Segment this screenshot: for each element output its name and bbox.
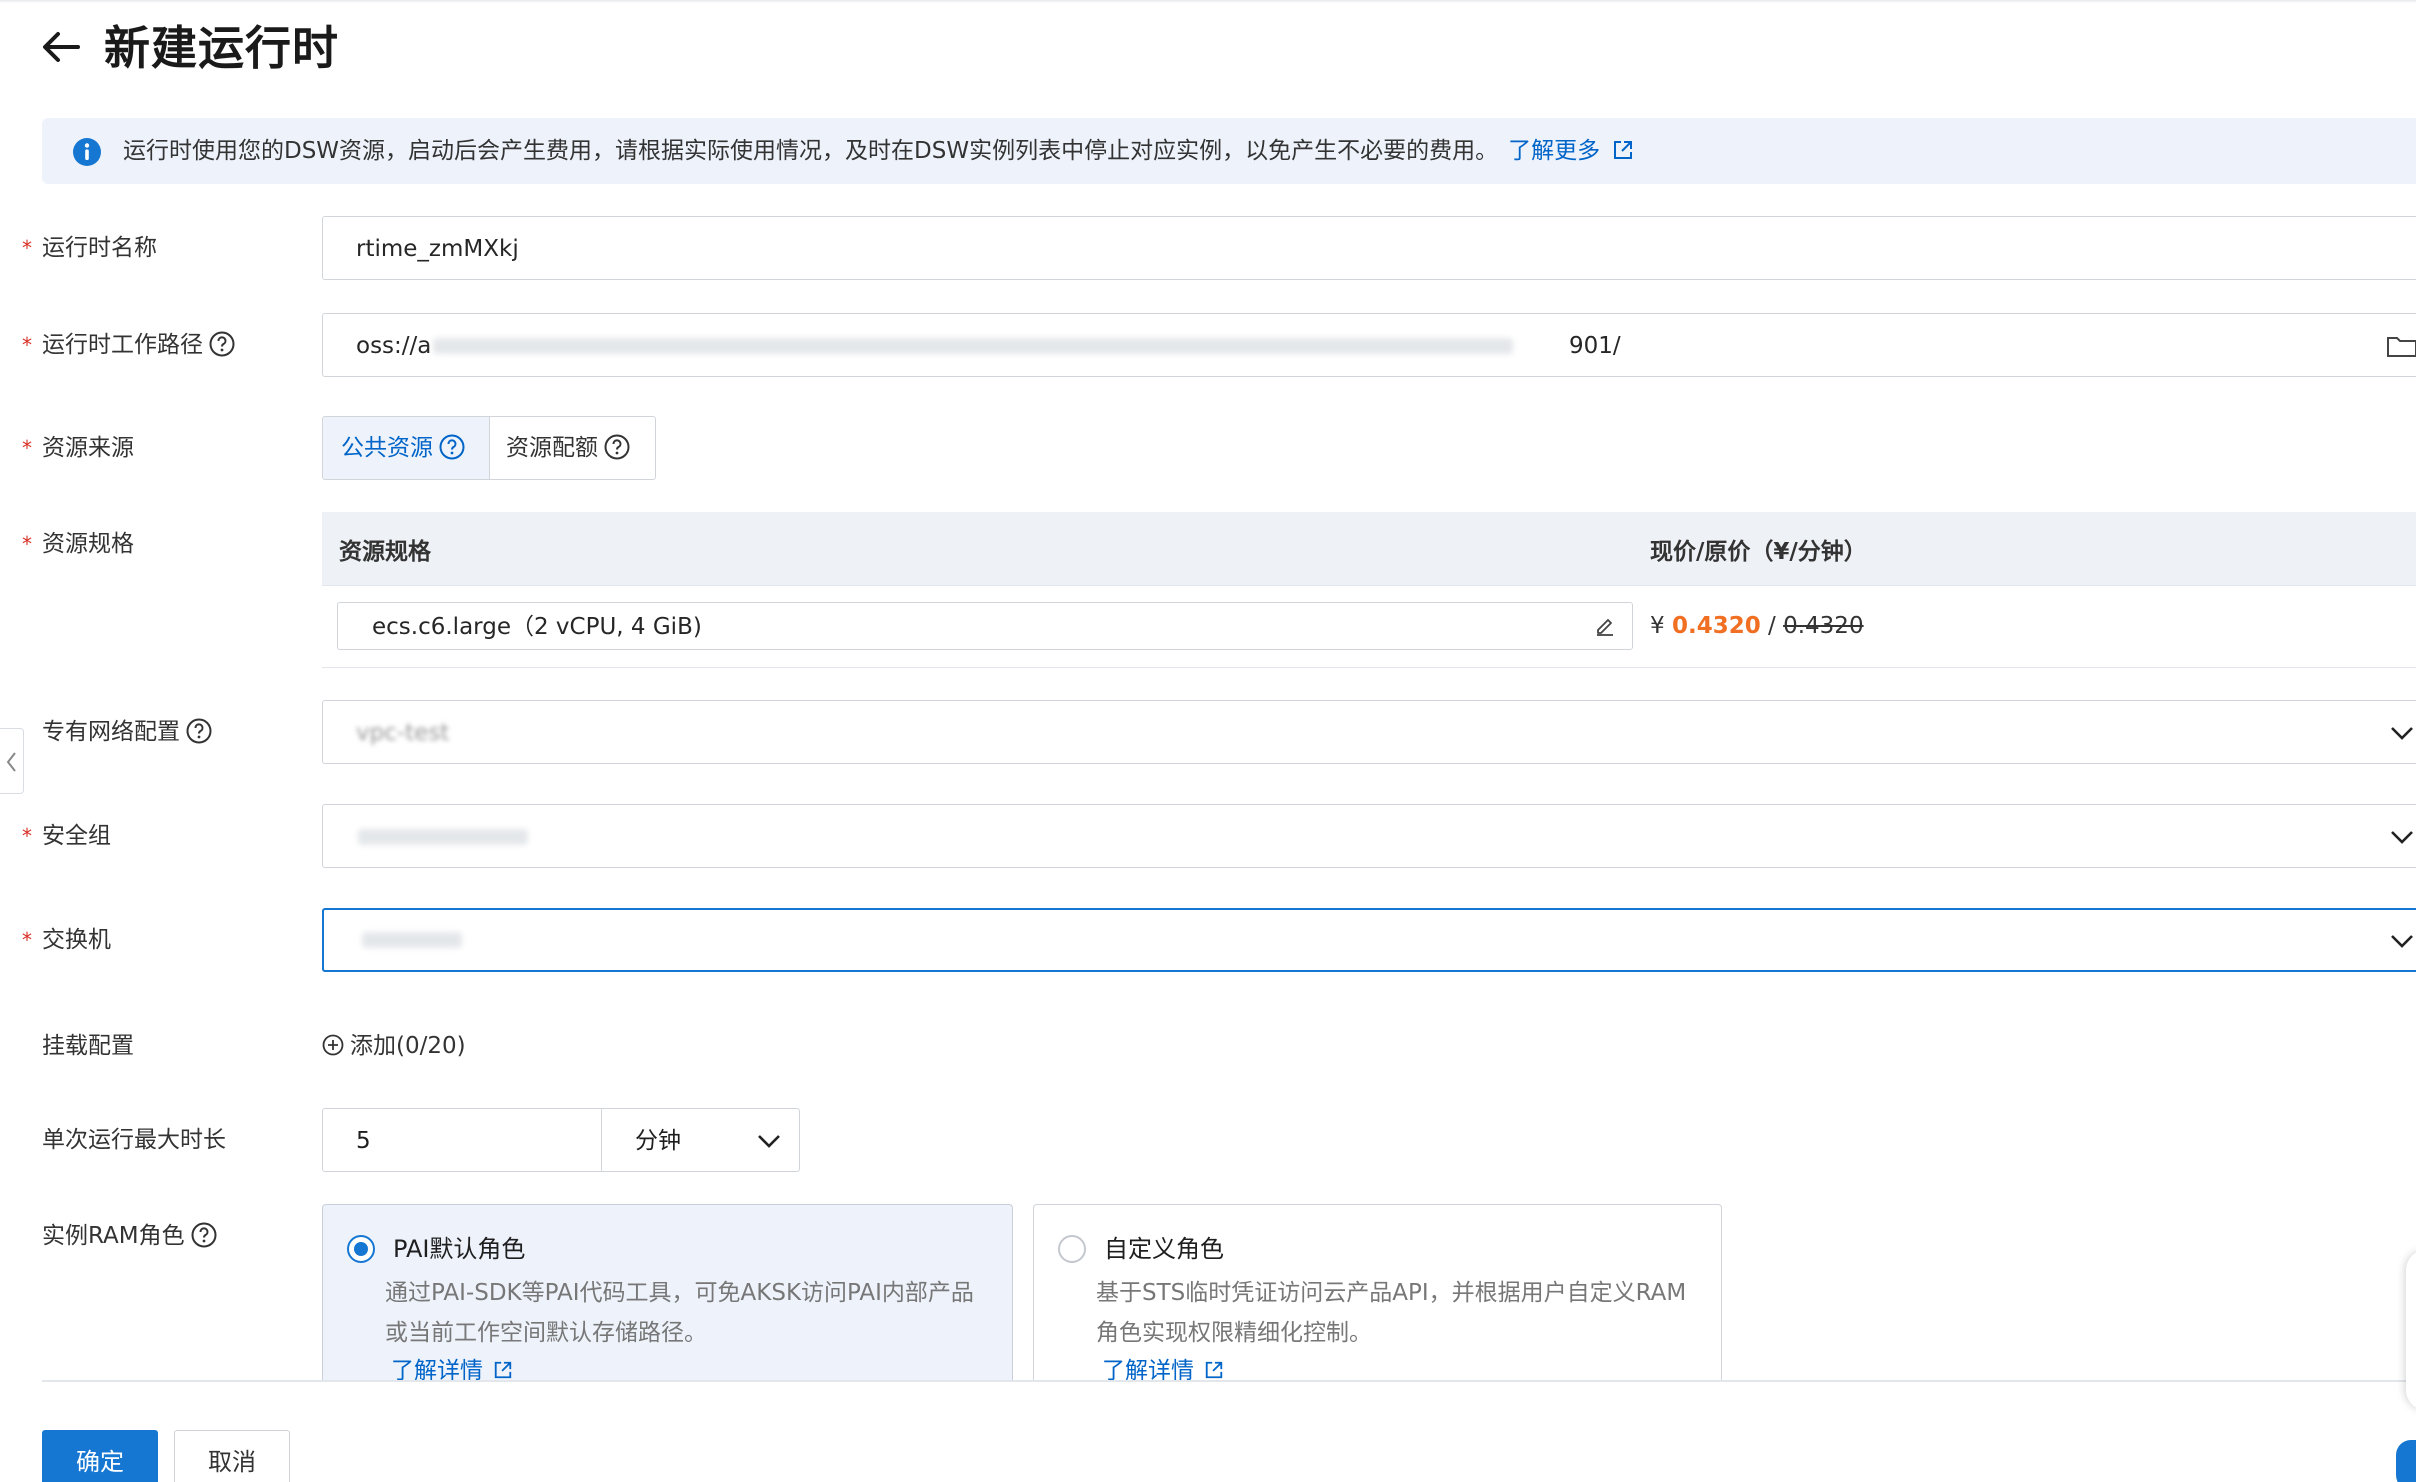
required-mark: * — [22, 436, 32, 460]
spec-value: ecs.c6.large（2 vCPU, 4 GiB) — [372, 614, 702, 640]
duration-input[interactable]: 5 — [322, 1108, 602, 1172]
page-root: 新建运行时 运行时使用您的DSW资源，启动后会产生费用，请根据实际使用情况，及时… — [0, 0, 2416, 1482]
info-icon — [73, 138, 101, 166]
source-quota-label: 资源配额 — [506, 435, 598, 461]
notice-text: 运行时使用您的DSW资源，启动后会产生费用，请根据实际使用情况，及时在DSW实例… — [123, 138, 1499, 164]
footer-divider — [42, 1380, 2416, 1382]
plus-circle-icon — [322, 1034, 344, 1056]
name-label: 运行时名称 — [42, 235, 157, 261]
work-path-prefix: oss://a — [356, 333, 432, 359]
spec-label: 资源规格 — [42, 531, 134, 557]
spec-select-input[interactable]: ecs.c6.large（2 vCPU, 4 GiB) — [337, 602, 1633, 650]
ram-role-custom-desc: 基于STS临时凭证访问云产品API，并根据用户自定义RAM角色实现权限精细化控制… — [1096, 1280, 1687, 1346]
info-notice: 运行时使用您的DSW资源，启动后会产生费用，请根据实际使用情况，及时在DSW实例… — [42, 118, 2416, 184]
ram-role-custom-title: 自定义角色 — [1104, 1235, 1224, 1263]
learn-more-link[interactable]: 了解更多 — [1508, 138, 1634, 164]
floating-side-panel[interactable] — [2406, 1250, 2416, 1410]
vpc-label: 专有网络配置 — [42, 714, 212, 750]
duration-unit-value: 分钟 — [635, 1128, 681, 1154]
page-title: 新建运行时 — [104, 21, 339, 75]
work-path-suffix: 901/ — [1569, 333, 1621, 359]
ram-role-custom-link-label: 了解详情 — [1102, 1358, 1194, 1382]
radio-unselected[interactable] — [1058, 1235, 1086, 1263]
ram-role-custom-link[interactable]: 了解详情 — [1102, 1353, 1224, 1382]
source-public-label: 公共资源 — [341, 435, 433, 461]
external-link-icon — [1614, 141, 1633, 159]
source-label: 资源来源 — [42, 435, 134, 461]
sidebar-collapse-handle[interactable] — [0, 728, 24, 794]
mount-add-button[interactable]: 添加(0/20) — [322, 1028, 466, 1064]
redacted-security-group — [358, 829, 528, 845]
switch-select[interactable] — [322, 908, 2416, 972]
help-icon[interactable] — [439, 434, 465, 460]
chevron-left-icon — [6, 752, 16, 772]
required-mark: * — [22, 928, 32, 952]
currency-symbol: ¥ — [1650, 613, 1665, 639]
edit-pencil-icon[interactable] — [1594, 615, 1616, 637]
path-label: 运行时工作路径 — [42, 327, 235, 363]
spec-column-header: 资源规格 — [339, 539, 431, 565]
work-path-input[interactable]: oss://a 901/ — [322, 313, 2416, 377]
security-group-select[interactable] — [322, 804, 2416, 868]
external-link-icon — [1205, 1361, 1223, 1379]
ram-role-default-desc: 通过PAI-SDK等PAI代码工具，可免AKSK访问PAI内部产品或当前工作空间… — [385, 1280, 974, 1346]
price-original: 0.4320 — [1783, 613, 1864, 639]
spec-table-row: ecs.c6.large（2 vCPU, 4 GiB) ¥ 0.4320 / 0… — [322, 586, 2416, 668]
duration-value: 5 — [356, 1128, 371, 1154]
ram-role-default-link[interactable]: 了解详情 — [391, 1353, 513, 1382]
external-link-icon — [494, 1361, 512, 1379]
folder-icon[interactable] — [2386, 334, 2416, 358]
learn-more-label: 了解更多 — [1508, 138, 1601, 164]
price-column-header: 现价/原价（¥/分钟） — [1650, 539, 1867, 565]
ram-role-default-title: PAI默认角色 — [393, 1235, 526, 1263]
duration-label: 单次运行最大时长 — [42, 1127, 226, 1153]
source-quota-option[interactable]: 资源配额 — [489, 416, 656, 480]
ram-role-label-text: 实例RAM角色 — [42, 1223, 185, 1249]
required-mark: * — [22, 333, 32, 357]
vpc-value: vpc-test — [356, 720, 450, 746]
price-display: ¥ 0.4320 / 0.4320 — [1650, 608, 1864, 644]
security-group-label: 安全组 — [42, 823, 111, 849]
required-mark: * — [22, 824, 32, 848]
spec-table-header: 资源规格 现价/原价（¥/分钟） — [322, 512, 2416, 586]
chevron-down-icon — [2391, 727, 2413, 740]
vpc-select[interactable]: vpc-test — [322, 700, 2416, 764]
ram-role-card-custom[interactable]: 自定义角色 基于STS临时凭证访问云产品API，并根据用户自定义RAM角色实现权… — [1033, 1204, 1722, 1382]
help-icon[interactable] — [186, 718, 212, 744]
help-icon[interactable] — [604, 434, 630, 460]
price-separator: / — [1768, 613, 1776, 639]
back-arrow-icon[interactable] — [38, 26, 84, 68]
chevron-down-icon — [758, 1135, 780, 1148]
ram-role-label: 实例RAM角色 — [42, 1218, 217, 1254]
redacted-switch — [362, 932, 462, 948]
chevron-down-icon — [2391, 831, 2413, 844]
confirm-button[interactable]: 确定 — [42, 1430, 158, 1482]
price-current: 0.4320 — [1671, 613, 1761, 639]
notice-text-wrap: 运行时使用您的DSW资源，启动后会产生费用，请根据实际使用情况，及时在DSW实例… — [123, 132, 1634, 170]
duration-unit-select[interactable]: 分钟 — [601, 1108, 800, 1172]
switch-label: 交换机 — [42, 927, 111, 953]
radio-selected[interactable] — [347, 1235, 375, 1263]
runtime-name-value: rtime_zmMXkj — [356, 236, 519, 262]
required-mark: * — [22, 532, 32, 556]
required-mark: * — [22, 236, 32, 260]
help-icon[interactable] — [209, 331, 235, 357]
runtime-name-input[interactable]: rtime_zmMXkj — [322, 216, 2416, 280]
help-icon[interactable] — [191, 1222, 217, 1248]
floating-help-button[interactable] — [2396, 1440, 2416, 1482]
mount-add-label: 添加(0/20) — [350, 1033, 466, 1059]
source-public-option[interactable]: 公共资源 — [322, 416, 490, 480]
top-shadow — [0, 0, 2416, 3]
ram-role-card-default[interactable]: PAI默认角色 通过PAI-SDK等PAI代码工具，可免AKSK访问PAI内部产… — [322, 1204, 1013, 1382]
chevron-down-icon — [2391, 935, 2413, 948]
vpc-label-text: 专有网络配置 — [42, 719, 180, 745]
redacted-path — [433, 338, 1513, 354]
ram-role-default-link-label: 了解详情 — [391, 1358, 483, 1382]
mount-label: 挂载配置 — [42, 1033, 134, 1059]
cancel-button[interactable]: 取消 — [174, 1430, 290, 1482]
path-label-text: 运行时工作路径 — [42, 332, 203, 358]
